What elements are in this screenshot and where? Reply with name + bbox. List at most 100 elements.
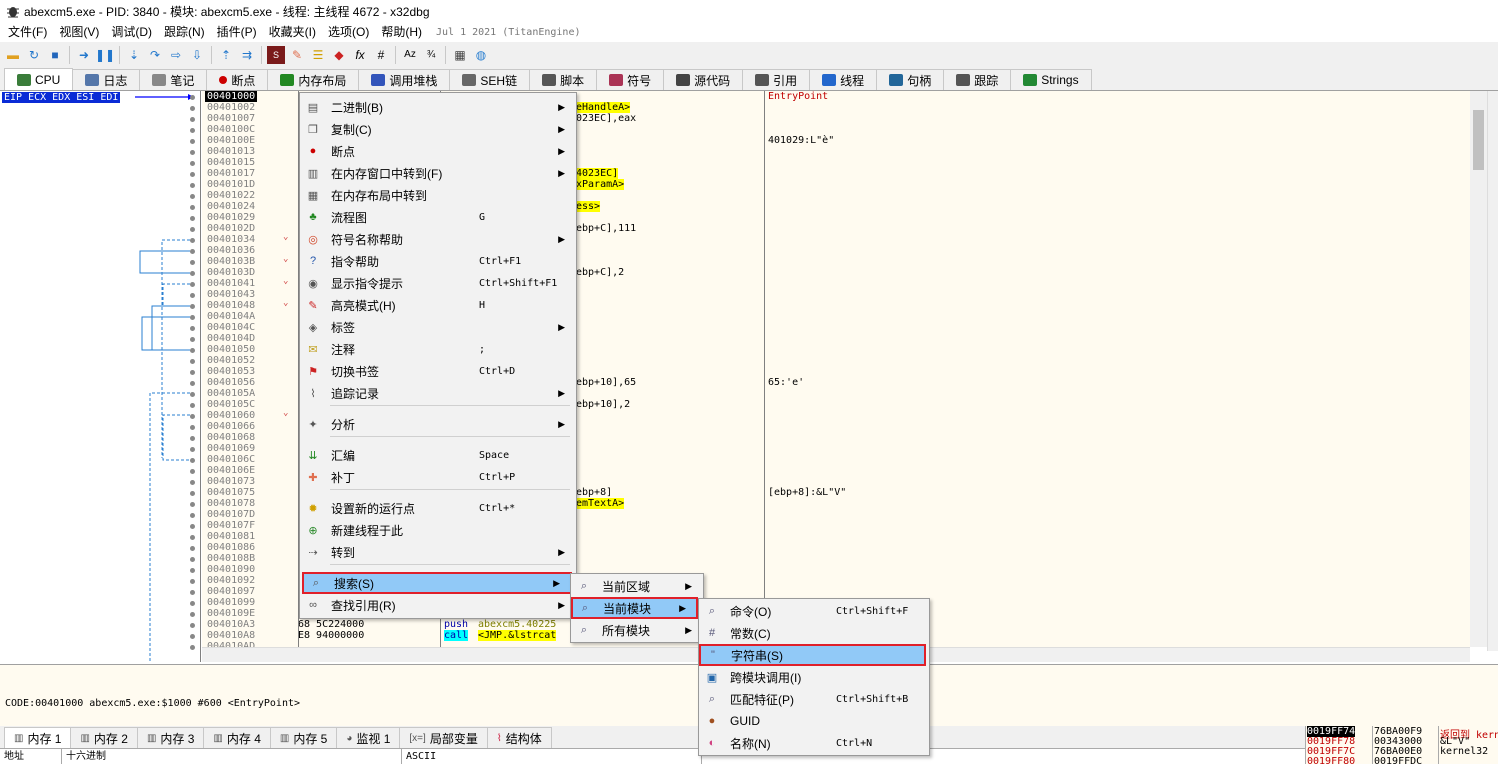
address-cell[interactable]: 00401043 (207, 289, 255, 300)
breakpoint-dot[interactable] (190, 293, 195, 298)
breakpoint-dot[interactable] (190, 282, 195, 287)
breakpoint-dot[interactable] (190, 370, 195, 375)
instruction-fragment[interactable]: eHandleA> (576, 102, 631, 113)
breakpoint-dot[interactable] (190, 381, 195, 386)
menu-item-patch[interactable]: ✚ 补丁 Ctrl+P (301, 466, 575, 488)
breakpoint-dot[interactable] (190, 568, 195, 573)
tab-memory-map[interactable]: 内存布局 (267, 69, 360, 90)
menu-item-run-point[interactable]: ✹ 设置新的运行点 Ctrl+* (301, 497, 575, 519)
address-cell[interactable]: 00401075 (207, 487, 255, 498)
menu-help[interactable]: 帮助(H) (375, 22, 428, 42)
run-to-user-code-icon[interactable]: ⇉ (238, 46, 256, 64)
menu-item-dump[interactable]: ▥ 在内存窗口中转到(F) ▶ (301, 162, 575, 184)
breakpoint-dot[interactable] (190, 337, 195, 342)
disasm-vertical-scrollbar[interactable] (1470, 91, 1487, 647)
menu-trace[interactable]: 跟踪(N) (158, 22, 211, 42)
breakpoint-dot[interactable] (190, 95, 195, 100)
address-cell[interactable]: 0040100C (207, 124, 255, 135)
breakpoint-dot[interactable] (190, 117, 195, 122)
execute-till-return-icon[interactable]: ⇡ (217, 46, 235, 64)
address-cell[interactable]: 00401041 (207, 278, 255, 289)
submenu-item-search-region[interactable]: ⌕ 当前区域 ▶ (572, 575, 702, 597)
breakpoint-dot[interactable] (190, 216, 195, 221)
font-icon[interactable]: Aᴢ (401, 46, 419, 64)
menu-file[interactable]: 文件(F) (2, 22, 53, 42)
address-cell[interactable]: 00401092 (207, 575, 255, 586)
breakpoint-dot[interactable] (190, 524, 195, 529)
side-scrollbar[interactable] (1487, 91, 1498, 651)
dump-tab-8[interactable]: ⌇ 结构体 (486, 727, 552, 748)
labels-icon[interactable]: ◆ (330, 46, 348, 64)
address-cell[interactable]: 0040105A (207, 388, 255, 399)
address-cell[interactable]: 00401000 (205, 91, 258, 102)
submenu-item-string-search[interactable]: " 字符串(S) (699, 644, 926, 666)
step-into-icon[interactable]: ⇣ (125, 46, 143, 64)
menu-debug[interactable]: 调试(D) (105, 22, 158, 42)
dump-tab-2[interactable]: ▥ 内存 2 (70, 727, 138, 748)
address-cell[interactable]: 00401053 (207, 366, 255, 377)
address-cell[interactable]: 00401015 (207, 157, 255, 168)
address-cell[interactable]: 0040109E (207, 608, 255, 619)
restart-icon[interactable]: ↻ (25, 46, 43, 64)
breakpoint-dot[interactable] (190, 502, 195, 507)
menu-item-memory-map[interactable]: ▦ 在内存布局中转到 (301, 184, 575, 206)
menu-item-hint[interactable]: ◉ 显示指令提示 Ctrl+Shift+F1 (301, 272, 575, 294)
submenu-item-pattern[interactable]: ⌕ 匹配特征(P) Ctrl+Shift+B (700, 688, 928, 710)
menu-item-highlight[interactable]: ✎ 高亮模式(H) H (301, 294, 575, 316)
address-cell[interactable]: 00401013 (207, 146, 255, 157)
address-cell[interactable]: 00401017 (207, 168, 255, 179)
breakpoint-dot[interactable] (190, 348, 195, 353)
dump-tab-5[interactable]: ▥ 内存 5 (269, 727, 338, 748)
address-cell[interactable]: 00401060 (207, 410, 255, 421)
tab-handles[interactable]: 句柄 (876, 69, 945, 90)
tab-call-stack[interactable]: 调用堆栈 (358, 69, 451, 90)
instruction-fragment[interactable]: ebp+10],65 (576, 377, 637, 388)
address-cell[interactable]: 0040106C (207, 454, 255, 465)
breakpoint-dot[interactable] (190, 238, 195, 243)
breakpoint-dot[interactable] (190, 645, 195, 650)
address-cell[interactable]: 0040100E (207, 135, 255, 146)
address-cell[interactable]: 00401029 (207, 212, 255, 223)
menu-item-label[interactable]: ◈ 标签 ▶ (301, 316, 575, 338)
breakpoint-dot[interactable] (190, 535, 195, 540)
breakpoint-dot[interactable] (190, 469, 195, 474)
breakpoint-dot[interactable] (190, 447, 195, 452)
breakpoint-dot[interactable] (190, 392, 195, 397)
address-cell[interactable]: 0040107D (207, 509, 255, 520)
comment-cell[interactable]: 65:'e' (768, 377, 804, 388)
instruction-operand[interactable]: <JMP.&lstrcat (478, 630, 557, 641)
submenu-item-names[interactable]: ◐ 名称(N) Ctrl+N (700, 732, 928, 754)
menu-item-question[interactable]: ? 指令帮助 Ctrl+F1 (301, 250, 575, 272)
breakpoint-dot[interactable] (190, 128, 195, 133)
menu-options[interactable]: 选项(O) (322, 22, 375, 42)
breakpoint-dot[interactable] (190, 414, 195, 419)
step-over-icon[interactable]: ↷ (146, 46, 164, 64)
address-cell[interactable]: 00401022 (207, 190, 255, 201)
breakpoint-dot[interactable] (190, 480, 195, 485)
tab-notes[interactable]: 笔记 (139, 69, 208, 90)
address-cell[interactable]: 004010A3 (207, 619, 255, 630)
breakpoint-dot[interactable] (190, 304, 195, 309)
address-cell[interactable]: 00401078 (207, 498, 255, 509)
address-cell[interactable]: 00401090 (207, 564, 255, 575)
tab-symbol[interactable]: 符号 (596, 69, 665, 90)
dump-tab-3[interactable]: ▥ 内存 3 (136, 727, 205, 748)
address-cell[interactable]: 0040107F (207, 520, 255, 531)
address-cell[interactable]: 00401097 (207, 586, 255, 597)
open-folder-icon[interactable]: ▬ (4, 46, 22, 64)
address-cell[interactable]: 0040103B (207, 256, 255, 267)
instruction-fragment[interactable]: ess> (576, 201, 601, 212)
address-cell[interactable]: 00401066 (207, 421, 255, 432)
instruction-fragment[interactable]: 4023EC] (576, 168, 619, 179)
address-cell[interactable]: 00401048 (207, 300, 255, 311)
address-cell[interactable]: 00401052 (207, 355, 255, 366)
tab-references[interactable]: 引用 (742, 69, 811, 90)
address-cell[interactable]: 0040104C (207, 322, 255, 333)
menu-item-graph[interactable]: ♣ 流程图 G (301, 206, 575, 228)
address-cell[interactable]: 004010A8 (207, 630, 255, 641)
menu-item-new-thread[interactable]: ⊕ 新建线程于此 (301, 519, 575, 541)
dump-tab-7[interactable]: [x=] 局部变量 (399, 727, 488, 748)
breakpoint-dot[interactable] (190, 546, 195, 551)
menu-item-copy[interactable]: ❐ 复制(C) ▶ (301, 118, 575, 140)
breakpoint-dot[interactable] (190, 513, 195, 518)
